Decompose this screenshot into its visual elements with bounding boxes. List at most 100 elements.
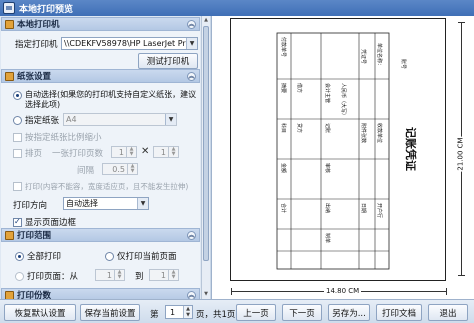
paper-settings-group: 纸张设置 ︽ 自动选择(如果您的打印机支持自定义纸张，建议选择此项) 指定纸张 … bbox=[1, 69, 200, 235]
stepper-arrows-icon[interactable]: ▲ ▼ bbox=[183, 306, 192, 318]
stepper-arrows-icon[interactable]: ▲ ▼ bbox=[114, 270, 124, 280]
voucher-text: 会计主管 bbox=[324, 83, 330, 104]
voucher-text: 附件张数 bbox=[360, 123, 366, 144]
voucher-text: 日期 bbox=[360, 203, 366, 214]
fit-wide-checkbox[interactable] bbox=[13, 182, 22, 191]
page-from-value: 1 bbox=[106, 270, 112, 280]
settings-panel: 本地打印机 ︽ 指定打印机 \\CDEKFV58978\HP LaserJet … bbox=[0, 16, 210, 299]
scroll-up-icon[interactable]: ▲ bbox=[202, 16, 210, 25]
paper-settings-title: 纸张设置 bbox=[17, 72, 52, 82]
save-as-button[interactable]: 另存为... bbox=[328, 304, 370, 321]
next-page-button[interactable]: 下一页 bbox=[282, 304, 322, 321]
range-group-icon bbox=[5, 230, 14, 240]
copies-title: 打印份数 bbox=[17, 291, 52, 299]
voucher-text: 收款单位 bbox=[376, 123, 382, 144]
voucher-text: 摘要 bbox=[280, 83, 286, 94]
tile-checkbox[interactable] bbox=[13, 148, 22, 158]
voucher-text: 人民币（大写） bbox=[340, 83, 346, 119]
tile-rows-stepper[interactable]: 1 ▲ ▼ bbox=[153, 146, 179, 158]
direction-select[interactable]: 自动选择 ▼ bbox=[63, 197, 149, 210]
prev-page-button[interactable]: 上一页 bbox=[236, 304, 276, 321]
page-suffix-label: 页，共1页 bbox=[196, 310, 236, 320]
auto-select-label: 自动选择(如果您的打印机支持自定义纸张，建议选择此项) bbox=[25, 90, 197, 109]
collapse-icon[interactable]: ︽ bbox=[187, 291, 196, 299]
stepper-arrows-icon[interactable]: ▲ ▼ bbox=[168, 270, 178, 280]
fit-wide-label: 打印(内容不能容，宽度适应页，且不能发生拉伸) bbox=[25, 182, 189, 191]
current-page-label: 仅打印当前页面 bbox=[117, 252, 177, 262]
window-title: 本地打印预览 bbox=[19, 4, 74, 15]
print-preview-area: 付款单号 摘要 科目 金额 合计 借方 贷方 会计主管 记账 审核 出纳 制单 … bbox=[211, 16, 474, 299]
page-number-input[interactable]: 1 ▲ ▼ bbox=[165, 305, 193, 319]
width-dimension-label: 14.80 CM bbox=[324, 287, 362, 295]
show-border-label: 显示页面边框 bbox=[25, 218, 77, 228]
tile-cols-stepper[interactable]: 1 ▲ ▼ bbox=[111, 146, 137, 158]
local-printer-group: 本地打印机 ︽ 指定打印机 \\CDEKFV58978\HP LaserJet … bbox=[1, 17, 200, 73]
printer-value: \\CDEKFV58978\HP LaserJet Pro MFP M12 bbox=[64, 39, 197, 48]
scrollbar-thumb[interactable] bbox=[203, 26, 209, 261]
voucher-text: 开户行 bbox=[376, 203, 382, 219]
current-page-radio[interactable] bbox=[105, 251, 114, 261]
printer-label: 指定打印机 bbox=[15, 40, 58, 50]
collapse-icon[interactable]: ︽ bbox=[187, 231, 196, 240]
paper-select[interactable]: A4 ▼ bbox=[63, 113, 177, 126]
auto-select-radio[interactable] bbox=[13, 91, 22, 100]
preview-page: 付款单号 摘要 科目 金额 合计 借方 贷方 会计主管 记账 审核 出纳 制单 … bbox=[230, 18, 446, 281]
print-document-button[interactable]: 打印文档 bbox=[376, 304, 422, 321]
height-dimension-label: 21.00 CM bbox=[456, 136, 465, 172]
paper-settings-header[interactable]: 纸张设置 ︽ bbox=[1, 69, 200, 83]
voucher-text: 借方 bbox=[296, 83, 302, 94]
specify-paper-label: 指定纸张 bbox=[25, 116, 60, 126]
page-range-radio[interactable] bbox=[15, 271, 24, 281]
print-range-header[interactable]: 打印范围 ︽ bbox=[1, 228, 200, 242]
voucher-text: 合计 bbox=[280, 203, 286, 214]
chevron-down-icon[interactable]: ▼ bbox=[165, 114, 176, 125]
local-printer-title: 本地打印机 bbox=[17, 20, 60, 30]
page-number-value: 1 bbox=[170, 307, 176, 317]
chevron-down-icon[interactable]: ▼ bbox=[186, 38, 197, 49]
collapse-icon[interactable]: ︽ bbox=[187, 20, 196, 29]
show-border-checkbox[interactable] bbox=[13, 217, 22, 227]
specify-paper-radio[interactable] bbox=[13, 115, 22, 125]
page-from-label: 打印页面：从 bbox=[27, 272, 79, 282]
multiply-icon: ✕ bbox=[141, 146, 150, 157]
print-range-group: 打印范围 ︽ 全部打印 仅打印当前页面 打印页面：从 1 ▲ ▼ 到 1 ▲ ▼ bbox=[1, 228, 200, 288]
page-from-stepper[interactable]: 1 ▲ ▼ bbox=[95, 269, 125, 281]
scale-to-fit-label: 按指定纸张比例缩小 bbox=[25, 133, 102, 143]
voucher-text: 贷方 bbox=[296, 123, 302, 134]
chevron-down-icon[interactable]: ▼ bbox=[137, 198, 148, 209]
save-settings-button[interactable]: 保存当前设置 bbox=[80, 304, 140, 321]
test-printer-button[interactable]: 测试打印机 bbox=[138, 53, 198, 69]
scale-to-fit-checkbox[interactable] bbox=[13, 132, 22, 142]
printer-select[interactable]: \\CDEKFV58978\HP LaserJet Pro MFP M12 ▼ bbox=[61, 37, 198, 50]
voucher-text: 单位名称： bbox=[376, 43, 382, 69]
copies-group-icon bbox=[5, 290, 14, 299]
stepper-arrows-icon[interactable]: ▲ ▼ bbox=[127, 164, 137, 174]
title-bar: 本地打印预览 bbox=[0, 0, 474, 16]
voucher-text: 凭证号 bbox=[360, 49, 366, 65]
reset-defaults-button[interactable]: 恢复默认设置 bbox=[4, 304, 76, 321]
spacing-stepper[interactable]: 0.5 ▲ ▼ bbox=[102, 163, 138, 175]
stepper-arrows-icon[interactable]: ▲ ▼ bbox=[168, 147, 178, 157]
scroll-down-icon[interactable]: ▼ bbox=[202, 290, 210, 299]
page-to-stepper[interactable]: 1 ▲ ▼ bbox=[149, 269, 179, 281]
settings-scrollbar[interactable]: ▲ ▼ bbox=[201, 16, 210, 299]
paper-value: A4 bbox=[66, 115, 77, 124]
spacing-label: 间隔 bbox=[77, 166, 95, 176]
all-pages-radio[interactable] bbox=[15, 251, 24, 261]
copies-header[interactable]: 打印份数 ︽ bbox=[1, 288, 200, 299]
voucher-text: 记账 bbox=[324, 123, 330, 134]
printer-group-icon bbox=[5, 19, 14, 29]
print-range-title: 打印范围 bbox=[17, 231, 52, 241]
printer-icon bbox=[3, 2, 15, 14]
all-pages-label: 全部打印 bbox=[27, 252, 62, 262]
voucher-text: 付款单号 bbox=[280, 37, 286, 58]
local-printer-header[interactable]: 本地打印机 ︽ bbox=[1, 17, 200, 31]
page-to-value: 1 bbox=[160, 270, 166, 280]
collapse-icon[interactable]: ︽ bbox=[187, 72, 196, 81]
exit-button[interactable]: 退出 bbox=[428, 304, 468, 321]
page-prefix-label: 第 bbox=[150, 310, 159, 320]
voucher-title: 记账凭证 bbox=[404, 127, 417, 171]
voucher-text: 审核 bbox=[324, 163, 330, 174]
stepper-arrows-icon[interactable]: ▲ ▼ bbox=[126, 147, 136, 157]
voucher-text: 出纳 bbox=[324, 203, 330, 214]
